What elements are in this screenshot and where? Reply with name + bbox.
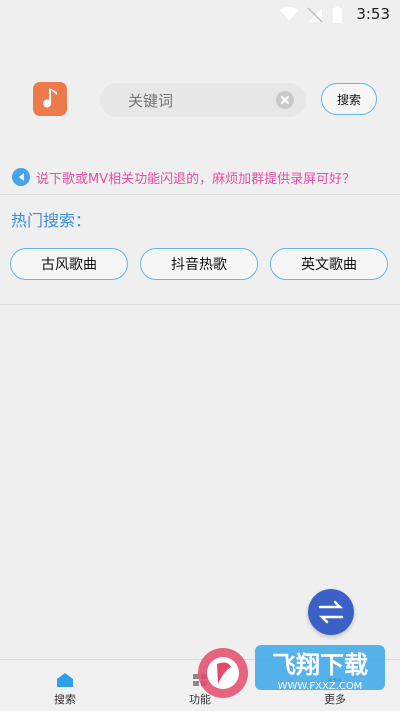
switch-fab-button[interactable] — [308, 589, 354, 635]
status-icons — [280, 6, 342, 23]
status-bar: 3:53 — [0, 0, 400, 29]
swap-arrows-icon — [318, 600, 344, 624]
hot-search-title: 热门搜索： — [11, 211, 92, 230]
nav-item-search[interactable]: 搜索 — [0, 660, 130, 711]
watermark: 飞翔下载 WWW.FXXZ.COM — [198, 645, 385, 698]
search-box[interactable] — [100, 83, 306, 117]
search-button[interactable]: 搜索 — [321, 83, 377, 115]
divider — [0, 304, 400, 305]
nav-label: 搜索 — [54, 693, 76, 706]
watermark-url: WWW.FXXZ.COM — [278, 681, 363, 692]
wifi-icon — [280, 7, 298, 21]
music-note-icon — [43, 88, 57, 108]
status-time: 3:53 — [356, 5, 390, 23]
hot-tag[interactable]: 抖音热歌 — [140, 248, 258, 280]
hot-tags: 古风歌曲 抖音热歌 英文歌曲 — [10, 248, 390, 282]
search-input[interactable] — [126, 90, 280, 112]
clear-icon[interactable] — [276, 91, 294, 109]
hot-tag[interactable]: 英文歌曲 — [270, 248, 388, 280]
app-logo — [33, 82, 67, 116]
battery-icon — [333, 8, 342, 23]
hot-tag[interactable]: 古风歌曲 — [10, 248, 128, 280]
divider — [0, 194, 400, 195]
notice-text: 说下歌或MV相关功能闪退的，麻烦加群提供录屏可好？ — [36, 172, 356, 187]
speaker-icon — [12, 168, 30, 186]
watermark-text: 飞翔下载 — [272, 651, 368, 679]
notice-banner: 说下歌或MV相关功能闪退的，麻烦加群提供录屏可好？ — [0, 160, 400, 194]
home-icon — [57, 673, 73, 687]
